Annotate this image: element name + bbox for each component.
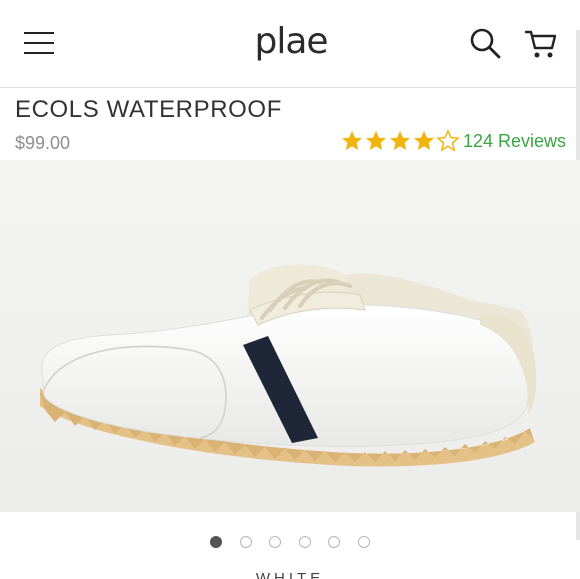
- sneaker-illustration: [0, 160, 580, 512]
- brand-logo[interactable]: plae: [246, 16, 336, 68]
- menu-line: [24, 42, 54, 44]
- reviews-link[interactable]: 124 Reviews: [463, 131, 566, 152]
- product-title: ECOLS WATERPROOF: [15, 96, 282, 123]
- gallery-dot[interactable]: [298, 536, 311, 548]
- gallery-dot[interactable]: [239, 536, 252, 548]
- product-price: $99.00: [15, 133, 71, 153]
- menu-line: [24, 52, 54, 54]
- rating-stars: [340, 129, 460, 153]
- cart-icon[interactable]: [524, 28, 558, 60]
- star-empty-icon: [436, 129, 460, 152]
- site-header: plae: [0, 0, 580, 88]
- gallery-pagination: [0, 532, 580, 552]
- product-image[interactable]: [0, 160, 580, 512]
- selected-color-label: WHITE: [255, 570, 325, 579]
- star-filled-icon: [342, 131, 362, 150]
- gallery-dot[interactable]: [269, 536, 282, 548]
- gallery-dot[interactable]: [358, 536, 370, 548]
- search-icon[interactable]: [468, 26, 502, 60]
- star-filled-icon: [390, 131, 410, 150]
- gallery-dot[interactable]: [328, 536, 341, 548]
- hamburger-menu-icon[interactable]: [24, 30, 56, 56]
- menu-line: [24, 32, 54, 34]
- gallery-dot[interactable]: [210, 536, 222, 548]
- star-filled-icon: [366, 131, 386, 150]
- product-rating[interactable]: 124 Reviews: [340, 126, 566, 156]
- star-filled-icon: [414, 131, 434, 150]
